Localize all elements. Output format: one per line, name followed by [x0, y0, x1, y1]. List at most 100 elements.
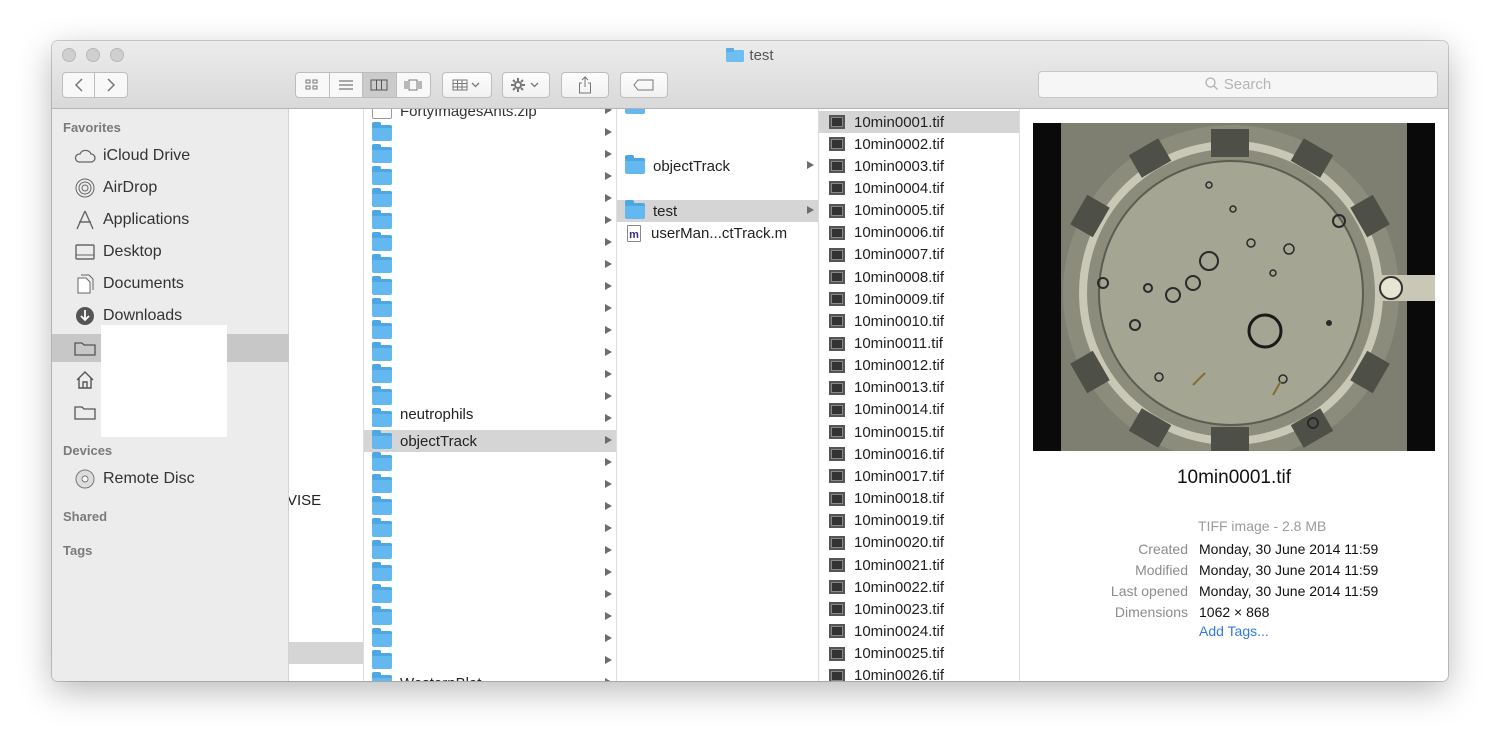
back-button[interactable] [63, 73, 96, 97]
list-item[interactable] [364, 144, 616, 166]
view-mode-control [295, 72, 431, 98]
tiff-file-icon [829, 402, 845, 417]
list-item[interactable] [364, 518, 616, 540]
file-list-item[interactable]: 10min0009.tif [819, 288, 1019, 310]
search-field[interactable]: Search [1038, 71, 1438, 98]
documents-icon [73, 273, 97, 295]
list-item[interactable] [364, 320, 616, 342]
file-list-item[interactable]: 10min0023.tif [819, 598, 1019, 620]
file-name: 10min0002.tif [854, 135, 945, 153]
share-button[interactable] [561, 72, 609, 98]
file-list-item[interactable]: 10min0016.tif [819, 443, 1019, 465]
list-item[interactable] [364, 232, 616, 254]
disclosure-arrow-icon [605, 109, 612, 114]
list-item[interactable] [364, 166, 616, 188]
disclosure-arrow-icon [807, 206, 814, 214]
file-list-item[interactable]: 10min0010.tif [819, 310, 1019, 332]
sidebar-item-remote-disc[interactable]: Remote Disc [52, 465, 289, 493]
list-item-partial[interactable] [617, 109, 818, 122]
list-item[interactable] [364, 496, 616, 518]
file-list-item[interactable]: 10min0011.tif [819, 333, 1019, 355]
file-list-item[interactable]: 10min0012.tif [819, 355, 1019, 377]
folder-icon [726, 48, 745, 62]
file-list-item[interactable]: 10min0024.tif [819, 620, 1019, 642]
sidebar-item-airdrop[interactable]: AirDrop [52, 174, 289, 202]
file-list-item[interactable]: 10min0026.tif [819, 665, 1019, 681]
modified-label: Modified [1135, 562, 1188, 578]
list-item[interactable] [364, 540, 616, 562]
list-item[interactable] [364, 188, 616, 210]
list-item-usermanual[interactable]: m userMan...ctTrack.m [617, 222, 818, 244]
list-item[interactable] [364, 364, 616, 386]
dimensions-label: Dimensions [1114, 604, 1188, 620]
cover-flow-button[interactable] [397, 73, 430, 97]
list-item[interactable] [364, 584, 616, 606]
file-list-item[interactable]: 10min0003.tif [819, 155, 1019, 177]
icon-view-button[interactable] [296, 73, 330, 97]
sidebar-item-documents[interactable]: Documents [52, 270, 289, 298]
file-list-item[interactable]: 10min0025.tif [819, 643, 1019, 665]
list-item[interactable] [364, 628, 616, 650]
file-list-item[interactable]: 10min0019.tif [819, 510, 1019, 532]
list-view-button[interactable] [330, 73, 363, 97]
file-list-item[interactable]: 10min0022.tif [819, 576, 1019, 598]
disclosure-arrow-icon [605, 678, 612, 681]
action-button[interactable] [502, 72, 550, 98]
file-list-item[interactable]: 10min0007.tif [819, 244, 1019, 266]
file-list-item[interactable]: 10min0005.tif [819, 200, 1019, 222]
file-list-item[interactable]: 10min0015.tif [819, 421, 1019, 443]
toolbar: test Search [52, 41, 1448, 109]
sidebar-item-desktop[interactable]: Desktop [52, 238, 289, 266]
forward-button[interactable] [95, 73, 127, 97]
file-list-item[interactable]: 10min0020.tif [819, 532, 1019, 554]
file-list-item[interactable]: 10min0006.tif [819, 222, 1019, 244]
folder-icon [372, 144, 392, 163]
folder-icon [372, 540, 392, 559]
list-item[interactable] [364, 122, 616, 144]
list-item[interactable] [364, 210, 616, 232]
file-name: 10min0022.tif [854, 578, 945, 596]
file-list-item[interactable]: 10min0004.tif [819, 177, 1019, 199]
file-list-item[interactable]: 10min0008.tif [819, 266, 1019, 288]
file-list-item[interactable]: 10min0002.tif [819, 133, 1019, 155]
column-1-selected-item[interactable] [289, 642, 363, 664]
tiff-file-icon [829, 602, 845, 617]
file-list-item[interactable]: 10min0021.tif [819, 554, 1019, 576]
list-item[interactable] [364, 298, 616, 320]
preview-pane: 10min0001.tif TIFF image - 2.8 MB Create… [1020, 109, 1448, 681]
list-item[interactable]: neutrophils [364, 406, 616, 430]
sidebar-item-applications[interactable]: Applications [52, 206, 289, 234]
list-item[interactable] [364, 650, 616, 672]
tiff-file-icon [829, 469, 845, 484]
list-item-test[interactable]: test [617, 200, 818, 222]
file-list-item[interactable]: 10min0018.tif [819, 488, 1019, 510]
file-list-item[interactable]: 10min0013.tif [819, 377, 1019, 399]
coverflow-icon [404, 79, 422, 91]
file-list-item[interactable]: 10min0014.tif [819, 399, 1019, 421]
edit-tags-button[interactable] [620, 72, 668, 98]
columns-icon [370, 79, 388, 91]
finder-window: test Search Favorites iCloud Drive AirDr… [52, 41, 1448, 681]
list-item[interactable] [364, 254, 616, 276]
add-tags-link[interactable]: Add Tags... [1199, 623, 1269, 639]
folder-icon [372, 562, 392, 581]
list-item[interactable] [364, 474, 616, 496]
list-item[interactable] [364, 342, 616, 364]
folder-icon [372, 364, 392, 383]
list-item[interactable]: WesternBlot [364, 672, 616, 681]
list-item[interactable] [364, 562, 616, 584]
list-item[interactable] [364, 276, 616, 298]
preview-kind: TIFF image - 2.8 MB [1198, 518, 1327, 534]
column-1-item[interactable]: VISE [289, 489, 363, 511]
list-item[interactable]: FortyImagesAnts.zip [364, 109, 616, 122]
list-item-objecttrack[interactable]: objectTrack [617, 155, 818, 177]
disclosure-arrow-icon [605, 128, 612, 136]
file-list-item[interactable]: 10min0001.tif [819, 111, 1019, 133]
list-item-objecttrack-selected[interactable]: objectTrack [364, 430, 616, 452]
file-list-item[interactable]: 10min0017.tif [819, 465, 1019, 487]
list-item[interactable] [364, 452, 616, 474]
sidebar-item-icloud-drive[interactable]: iCloud Drive [52, 142, 289, 170]
arrange-button[interactable] [442, 72, 492, 98]
list-item[interactable] [364, 606, 616, 628]
column-view-button[interactable] [363, 73, 397, 97]
